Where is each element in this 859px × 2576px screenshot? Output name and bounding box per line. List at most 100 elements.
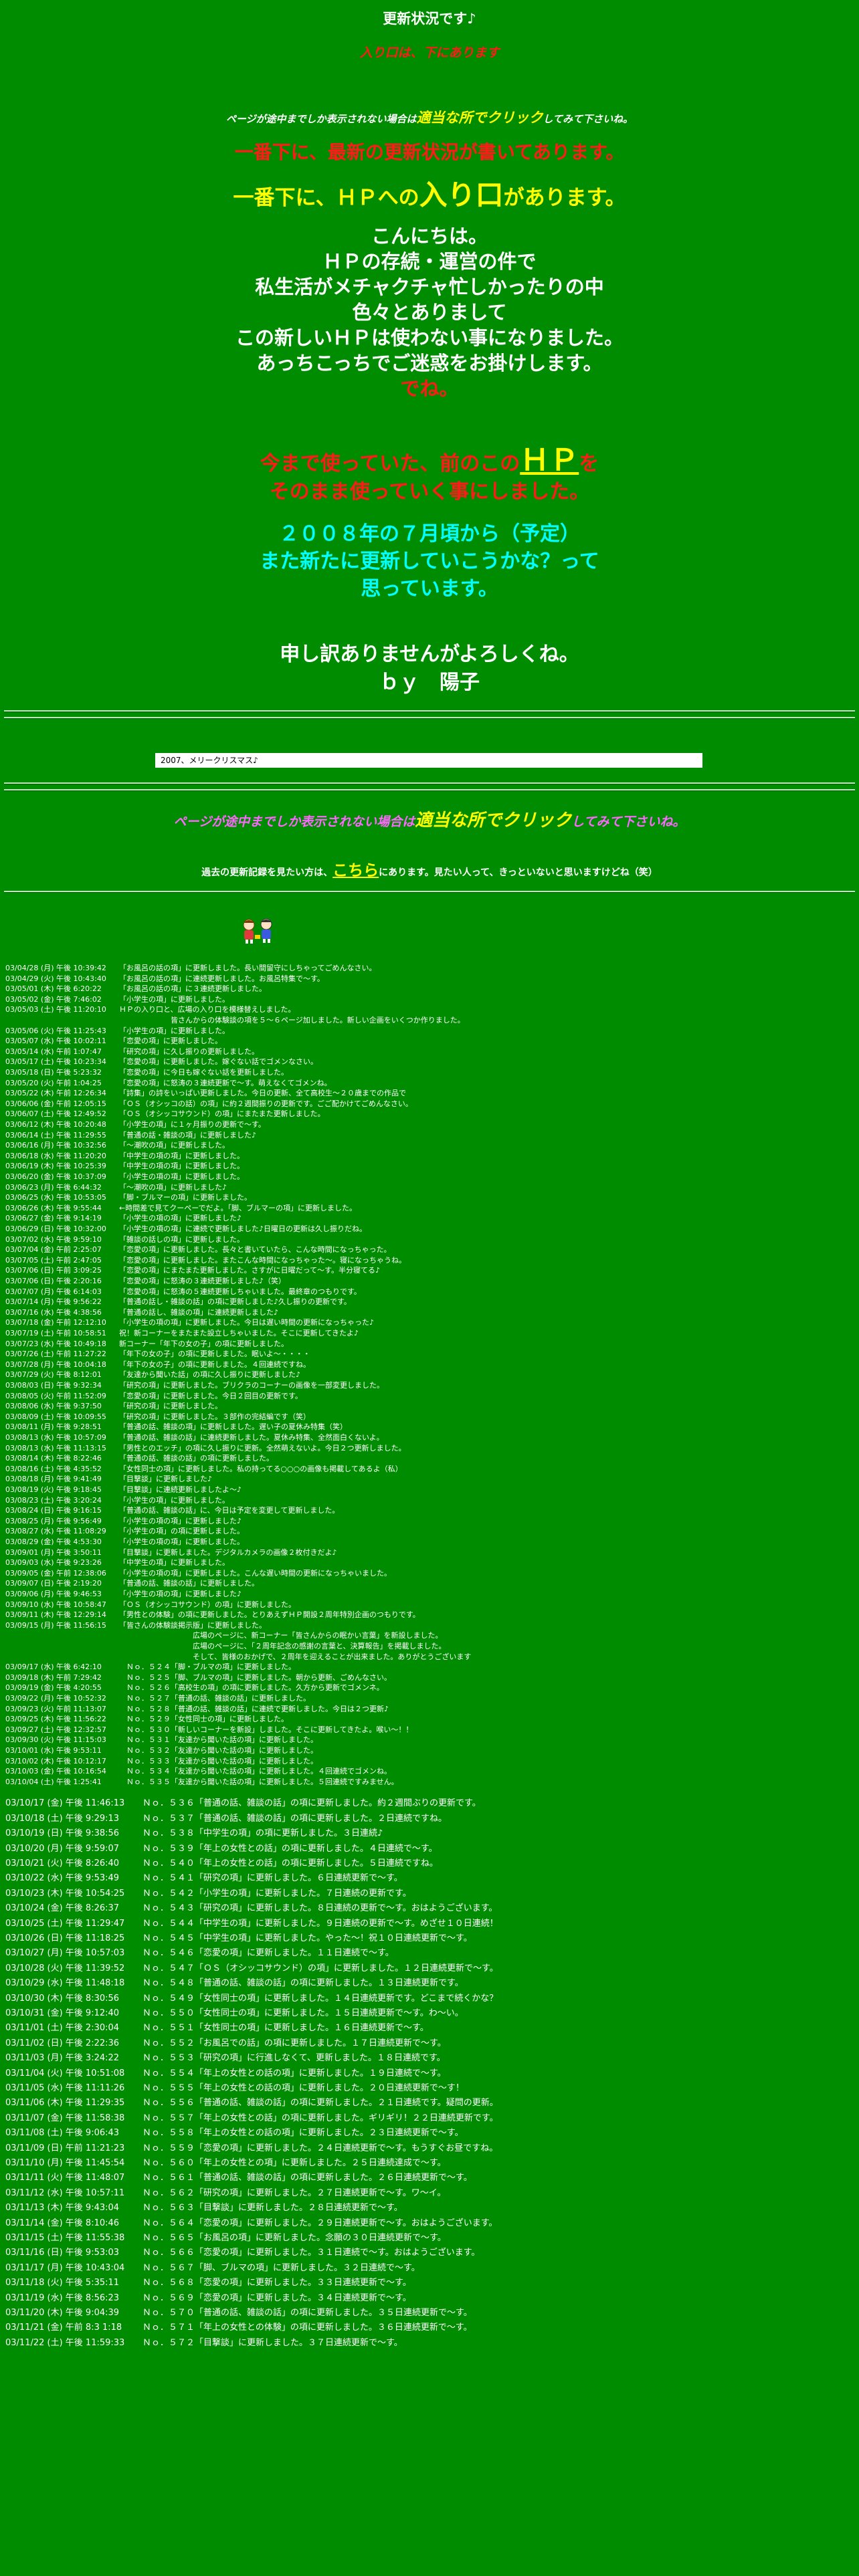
log-date: 03/10/02 (木) 午後 10:12:17: [5, 1756, 106, 1765]
log-entry: 03/11/07 (金) 午後 11:58:38 Ｎｏ．５５７「年上の女性との話」…: [5, 2111, 498, 2126]
log-text: 「中学生の項の項」に更新しました。: [119, 1151, 244, 1160]
log-text: 「〜潮吹の項」に更新しました。: [119, 1141, 229, 1150]
log-date: 03/11/01 (土) 午後 2:30:04: [5, 2023, 120, 2034]
log-entry: 03/11/20 (木) 午後 9:04:39 Ｎｏ．５７０「普通の話、雑談の話」…: [5, 2306, 472, 2321]
log-text: 「恋愛の項」に更新しました。長々と書いていたら、こんな時間になっちゃった。: [119, 1245, 391, 1255]
log-text: Ｎｏ．５６４「恋愛の項」に更新しました。２９日連続更新で〜す。おはようございます…: [142, 2218, 498, 2228]
past-records-link[interactable]: こちら: [332, 862, 379, 879]
log-date: 03/10/04 (土) 午後 1:25:41: [5, 1777, 102, 1786]
log-entry: 03/08/06 (水) 午後 9:37:50 「研究の項」に更新しました。: [5, 1401, 222, 1412]
log-date: 03/05/14 (水) 午前 1:07:47: [5, 1047, 102, 1056]
notice-part1: ページが途中までしか表示されない場合は: [225, 113, 417, 125]
log-text: 「恋愛の項」に更新しました。またこんな時間になっちゃった〜。寝になっちゃうね。: [119, 1255, 406, 1265]
log-text: 「普通の話、雑談の話」に、今日は予定を変更して更新しました。: [119, 1506, 340, 1515]
marquee-box: 2007、メリークリスマス♪: [155, 753, 702, 768]
log-text: そして、皆様のおかげで、２周年を迎えることが出来ました。ありがとうございます: [119, 1652, 472, 1661]
log-text: 「小学生の項の項」に更新しました。: [119, 1172, 244, 1181]
log-date: 03/10/24 (金) 午後 8:26:37: [5, 1903, 120, 1914]
log-entry: 03/05/01 (木) 午後 6:20:22 「お風呂の話の項」に３連続更新しま…: [5, 984, 266, 994]
divider: [4, 891, 855, 893]
log-text: ←時間差で見てクーペーでだよ。「脚、ブルマーの項」に更新しました。: [119, 1203, 357, 1212]
message-line: こんにちは。: [371, 225, 488, 247]
log-text: 「お風呂の話の項」に連続更新しました。お風呂特集で〜す。: [119, 974, 324, 983]
latest-at-bottom-note: 一番下に、最新の更新状況が書いてあります。: [234, 141, 625, 163]
divider: [4, 789, 855, 791]
log-text: 新コーナー「年下の女の子」の項に更新しました。: [119, 1339, 288, 1348]
log-entry: 03/07/18 (金) 午前 12:12:10 「小学生の項の項」に更新しました…: [5, 1317, 374, 1328]
log-entry: 03/08/11 (月) 午後 9:28:51 「普通の話、雑談の項」に更新しまし…: [5, 1422, 347, 1432]
log-date: 03/06/23 (月) 午後 6:44:32: [5, 1182, 102, 1192]
log-date: 03/11/08 (土) 午後 9:06:43: [5, 2128, 120, 2139]
log-text: Ｎｏ．５６６「恋愛の項」に更新しました。３１日連続で〜す。おはようございます。: [142, 2248, 480, 2258]
log-text: Ｎｏ．５２５「脚、ブルマの項」に更新しました。朝から更新、ごめんなさい。: [119, 1673, 391, 1682]
log-text: Ｎｏ．５６３「目撃談」に更新しました。２８日連続更新で〜す。: [142, 2203, 403, 2214]
log-date: 03/08/25 (月) 午後 9:56:49: [5, 1516, 102, 1525]
log-text: 「研究の項」に更新しました。: [119, 1402, 222, 1411]
log-entry: 03/06/20 (金) 午後 10:37:09 「小学生の項の項」に更新しました…: [5, 1172, 244, 1182]
log-date: 03/10/17 (金) 午後 11:46:13: [5, 1798, 125, 1809]
log-text: 「小学生の項の項」に更新しました。: [119, 1537, 244, 1546]
log-entry: 03/11/22 (土) 午後 11:59:33 Ｎｏ．５７２「目撃談」に更新しま…: [5, 2336, 403, 2351]
log-text: Ｎｏ．５５４「年上の女性との話の項」に更新しました。１９日連続で〜す。: [142, 2068, 446, 2078]
log-text: Ｎｏ．５３５「友達から聞いた話の項」に更新しました。５回連続ですみません。: [119, 1777, 399, 1786]
log-text: 「〜潮吹の項」に更新しました♪: [119, 1182, 227, 1192]
log-date: 03/10/29 (水) 午後 11:48:18: [5, 1978, 125, 1989]
entrance-bottom-b: 入り口: [419, 179, 504, 211]
log-text: Ｎｏ．５２９「女性同士の項」に更新しました。: [119, 1715, 288, 1724]
log-date: 03/09/30 (火) 午後 11:15:03: [5, 1735, 106, 1745]
log-text: 「中学生の項」に更新しました。: [119, 1558, 229, 1568]
log-entry: 03/05/02 (金) 午後 7:46:02 「小学生の項」に更新しました。: [5, 994, 229, 1005]
log-date: 03/06/18 (水) 午後 11:20:20: [5, 1151, 106, 1160]
log-entry: 03/06/26 (木) 午後 9:55:44 ←時間差で見てクーペーでだよ。「脚…: [5, 1203, 357, 1214]
log-entry: 03/08/27 (水) 午後 11:08:29 「小学生の項」の項に更新しました…: [5, 1526, 244, 1537]
log-text: Ｎｏ．５５１「女性同士の項」に更新しました。１６日連続更新で〜す。: [142, 2023, 429, 2034]
log-entry: 03/10/30 (木) 午後 8:30:56 Ｎｏ．５４９「女性同士の項」に更新…: [5, 1992, 498, 2006]
log-date: 03/06/20 (金) 午後 10:37:09: [5, 1172, 106, 1181]
log-date: 03/07/19 (土) 午前 10:58:51: [5, 1329, 106, 1337]
log-entry: 03/10/27 (月) 午後 10:57:03 Ｎｏ．５４６「恋愛の項」に更新し…: [5, 1946, 394, 1961]
log-entry: 03/04/28 (月) 午後 10:39:42 「お風呂の話の項」に更新しました…: [5, 963, 376, 974]
log-text: Ｎｏ．５３１「友達から聞いた話の項」に更新しました。: [119, 1735, 318, 1745]
log-text: 「皆さんの体験談掲示版」に更新しました。: [119, 1620, 266, 1630]
signature: ｂｙ 陽子: [379, 671, 480, 694]
log-text: Ｎｏ．５２７「普通の話、雑談の話」に更新しました。: [119, 1694, 310, 1703]
log-date: 03/08/11 (月) 午後 9:28:51: [5, 1422, 102, 1432]
log-entry: 03/07/19 (土) 午前 10:58:51 祝！新コーナーをまたまた設立しち…: [5, 1328, 359, 1339]
log-date: 03/11/19 (水) 午後 8:56:23: [5, 2292, 120, 2303]
log-date: 03/10/28 (火) 午後 11:39:52: [5, 1963, 125, 1973]
cyan-line: ２００８年の７月頃から（予定）: [279, 522, 580, 546]
log-date: 03/11/14 (金) 午後 8:10:46: [5, 2218, 120, 2228]
log-text: Ｎｏ．５２８「普通の話、雑談の話」に連続で更新しました。今日は２つ更新♪: [119, 1704, 389, 1713]
cyan-line: 思っています。: [361, 577, 498, 601]
log-date: 03/10/25 (土) 午後 11:29:47: [5, 1918, 125, 1929]
notice2-part1: ページが途中までしか表示されない場合は: [173, 815, 415, 829]
log-entry: 03/08/23 (土) 午後 3:20:24 「小学生の項」に更新しました。: [5, 1495, 229, 1506]
divider: [4, 717, 855, 719]
old-hp-link[interactable]: ＨＰ: [520, 443, 579, 477]
log-entry: 03/09/22 (月) 午後 10:52:32 Ｎｏ．５２７「普通の話、雑談の…: [5, 1693, 310, 1704]
log-date: 03/06/26 (木) 午後 9:55:44: [5, 1203, 102, 1212]
log-date: 03/10/22 (水) 午後 9:53:49: [5, 1873, 120, 1884]
log-text: 「恋愛の項」に更新しました。今日２回目の更新です。: [119, 1391, 302, 1400]
log-entry: 03/11/10 (月) 午後 11:45:54 Ｎｏ．５６０「年上の女性との項」…: [5, 2156, 446, 2171]
log-text: 「小学生の項」に１ヶ月振りの更新で〜す。: [119, 1120, 266, 1129]
log-text: 「小学生の項」の項に更新しました。: [119, 1527, 244, 1536]
log-date: 03/11/18 (火) 午後 5:35:11: [5, 2278, 120, 2288]
log-date: 03/08/03 (日) 午後 9:32:34: [5, 1381, 102, 1390]
log-entry: 03/07/14 (月) 午後 9:56:22 「普通の話し・雑談の話」の項に更新…: [5, 1297, 351, 1307]
log-date: 03/06/12 (木) 午後 10:20:48: [5, 1120, 106, 1129]
log-text: 「男性とのエッチ」の項に久し振りに更新。全然萌えないよ。今日２つ更新しました。: [119, 1443, 406, 1453]
log-entry: 03/11/13 (木) 午後 9:43:04 Ｎｏ．５６３「目撃談」に更新しまし…: [5, 2201, 403, 2216]
log-entry: 03/11/16 (日) 午後 9:53:03 Ｎｏ．５６６「恋愛の項」に更新しま…: [5, 2246, 480, 2260]
log-entry: 03/08/03 (日) 午後 9:32:34 「研究の項」に更新しました。ブリク…: [5, 1380, 384, 1391]
log-date: 03/07/02 (水) 午後 9:59:10: [5, 1235, 102, 1244]
log-text: Ｎｏ．５４４「中学生の項」に更新しました。９日連続の更新で〜す。めざせ１０日連続…: [142, 1918, 498, 1929]
log-date: 03/11/03 (月) 午後 3:24:22: [5, 2053, 120, 2064]
log-date: 03/11/06 (木) 午後 11:29:35: [5, 2098, 125, 2109]
log-date: 03/07/14 (月) 午後 9:56:22: [5, 1297, 102, 1307]
log-entry: 03/05/22 (木) 午前 12:26:34 「詩集」の詩をいっぱい更新しまし…: [5, 1088, 406, 1099]
log-text: Ｎｏ．５６１「普通の話、雑談の話」の項に更新しました。２６日連続更新で〜す。: [142, 2173, 472, 2183]
log-entry: 03/10/26 (日) 午後 11:18:25 Ｎｏ．５４５「中学生の項」に更新…: [5, 1931, 472, 1946]
entrance-bottom-c: があります。: [503, 186, 626, 210]
log-date: 03/09/19 (金) 午後 4:20:55: [5, 1683, 102, 1693]
